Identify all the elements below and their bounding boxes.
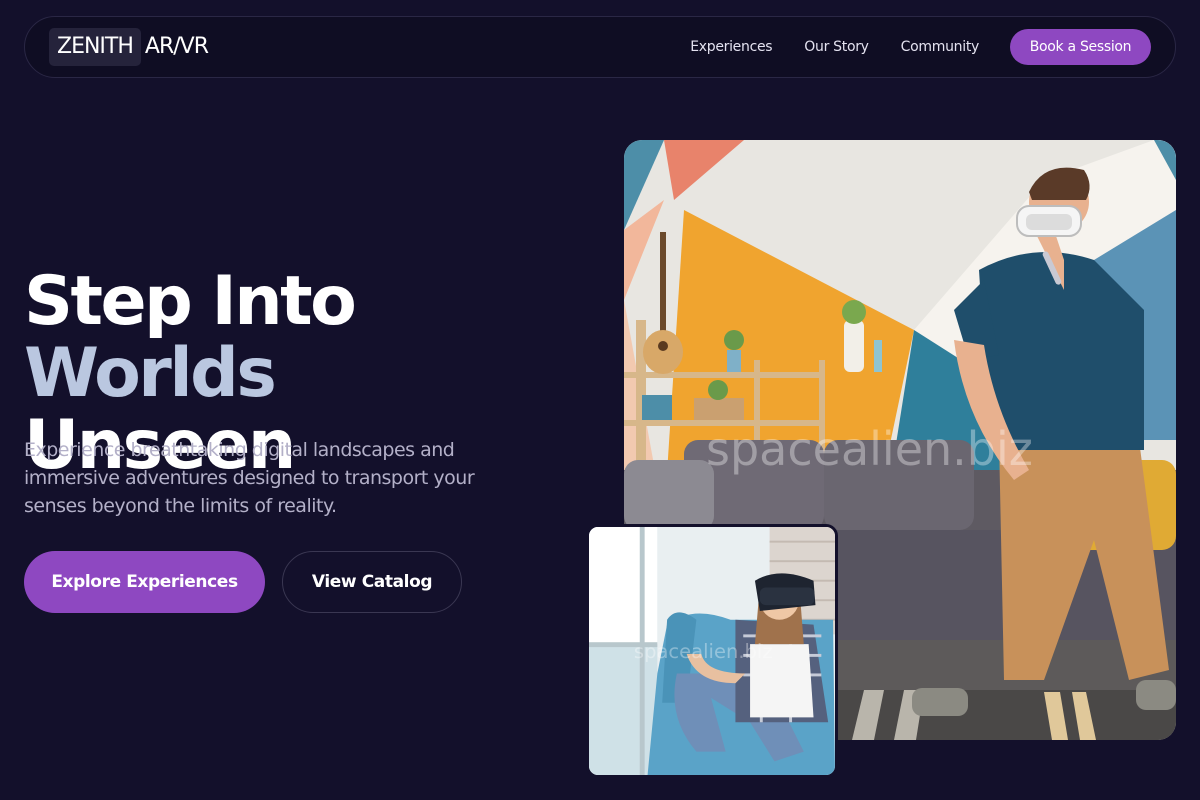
logo-wordmark-boxed: ZENITH bbox=[49, 28, 141, 66]
explore-experiences-button[interactable]: Explore Experiences bbox=[24, 551, 265, 613]
logo-wordmark-suffix: AR/VR bbox=[144, 34, 209, 59]
hero-title-accent: Worlds bbox=[24, 334, 277, 413]
nav-link-experiences[interactable]: Experiences bbox=[690, 39, 772, 55]
nav-links: Experiences Our Story Community bbox=[690, 17, 979, 77]
small-image-watermark: spacealien.biz bbox=[634, 640, 773, 663]
main-image-watermark: spacealien.biz bbox=[706, 422, 1033, 476]
nav-link-community[interactable]: Community bbox=[901, 39, 980, 55]
hero-image-vr-woman: spacealien.biz bbox=[586, 524, 838, 778]
book-session-button[interactable]: Book a Session bbox=[1010, 29, 1151, 65]
hero-subtitle: Experience breathtaking digital landscap… bbox=[24, 439, 475, 517]
top-navbar: ZENITH AR/VR Experiences Our Story Commu… bbox=[24, 16, 1176, 78]
vr-woman-illustration: spacealien.biz bbox=[589, 527, 835, 775]
brand-logo[interactable]: ZENITH AR/VR bbox=[49, 28, 209, 66]
hero-title-part1: Step Into bbox=[24, 262, 357, 341]
view-catalog-button[interactable]: View Catalog bbox=[282, 551, 462, 613]
nav-link-our-story[interactable]: Our Story bbox=[804, 39, 869, 55]
